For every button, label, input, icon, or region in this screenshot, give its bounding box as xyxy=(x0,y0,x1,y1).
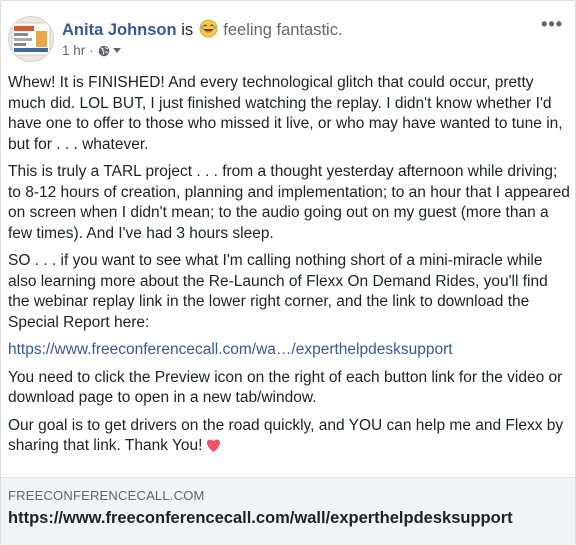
post-paragraph: Whew! It is FINISHED! And every technolo… xyxy=(8,74,563,153)
post-card: Anita Johnson is feeling fantastic. 1 hr… xyxy=(0,0,576,545)
post-link-paragraph: https://www.freeconferencecall.com/wa…/e… xyxy=(8,340,570,361)
more-options-icon[interactable]: ••• xyxy=(541,14,563,35)
link-preview-title[interactable]: https://www.freeconferencecall.com/wall/… xyxy=(8,509,513,528)
post-link[interactable]: https://www.freeconferencecall.com/wa…/e… xyxy=(8,341,453,358)
heart-icon xyxy=(205,437,222,460)
author-line: Anita Johnson is feeling fantastic. xyxy=(62,19,343,43)
laughing-emoji-icon xyxy=(199,19,218,43)
post-paragraph: SO . . . if you want to see what I'm cal… xyxy=(8,252,548,331)
globe-icon[interactable] xyxy=(98,45,110,57)
post-paragraph: This is truly a TARL project . . . from … xyxy=(8,163,570,242)
post-paragraph: You need to click the Preview icon on th… xyxy=(8,368,563,407)
privacy-caret-icon[interactable] xyxy=(112,48,121,53)
author-name[interactable]: Anita Johnson xyxy=(62,21,177,39)
feeling-text: feeling fantastic. xyxy=(223,21,343,39)
post-meta: 1 hr · xyxy=(62,43,121,58)
avatar[interactable] xyxy=(8,16,54,62)
link-preview-domain: FREECONFERENCECALL.COM xyxy=(8,488,205,503)
post-header: Anita Johnson is feeling fantastic. 1 hr… xyxy=(1,1,575,69)
timestamp[interactable]: 1 hr xyxy=(62,43,85,58)
post-closing-paragraph: Our goal is to get drivers on the road q… xyxy=(8,416,570,460)
is-word: is xyxy=(181,21,194,39)
closing-text: Our goal is to get drivers on the road q… xyxy=(8,416,564,455)
link-preview[interactable]: FREECONFERENCECALL.COM https://www.freec… xyxy=(1,477,575,545)
meta-separator: · xyxy=(89,43,94,58)
post-body: Whew! It is FINISHED! And every technolo… xyxy=(8,73,570,467)
